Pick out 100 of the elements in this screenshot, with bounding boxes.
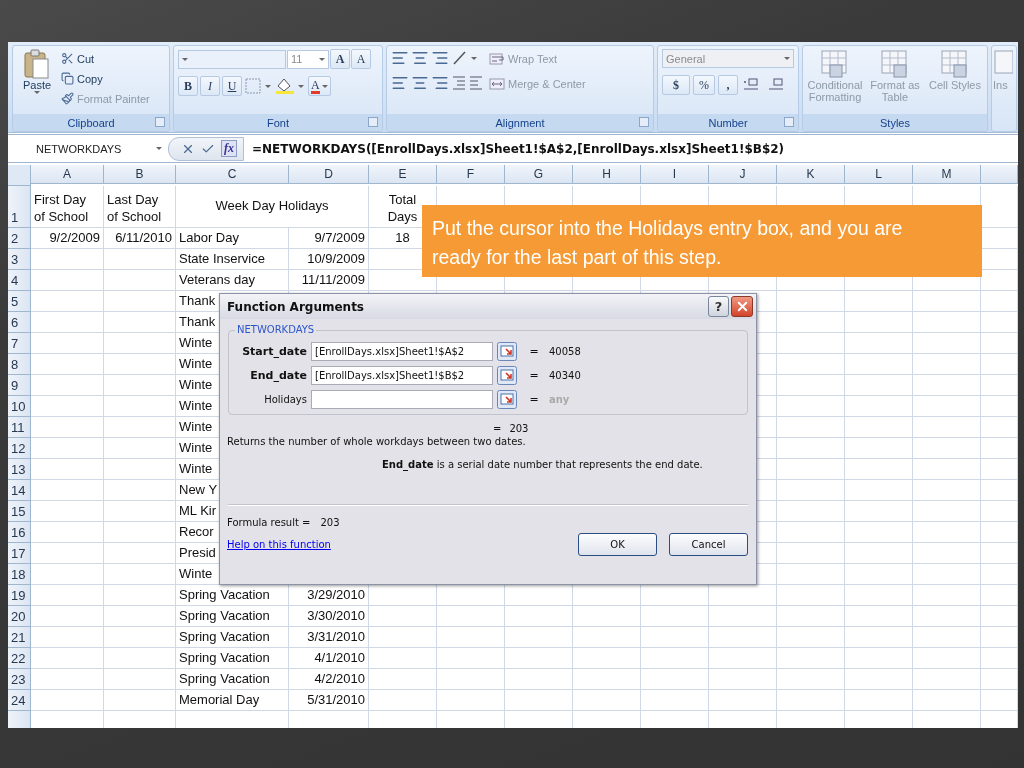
bold-button[interactable]: B [178, 76, 198, 96]
currency-button[interactable]: $ [662, 75, 690, 95]
row-header[interactable]: 20 [8, 606, 31, 627]
range-select-button[interactable] [497, 390, 517, 409]
grid-cell [777, 333, 845, 354]
row-header[interactable]: 11 [8, 417, 31, 438]
grid-cell [845, 606, 913, 627]
paste-button[interactable]: Paste [17, 49, 57, 94]
ribbon-button[interactable]: Cut [61, 49, 150, 68]
grid-cell [845, 522, 913, 543]
column-header[interactable]: M [913, 165, 981, 184]
align-right-icon[interactable] [431, 74, 449, 92]
column-header[interactable]: J [709, 165, 777, 184]
row-header[interactable]: 21 [8, 627, 31, 648]
grid-cell [104, 522, 176, 543]
row-header[interactable] [8, 711, 31, 728]
argument-field[interactable] [311, 390, 493, 409]
grid-cell [981, 417, 1018, 438]
column-header[interactable]: C [176, 165, 289, 184]
argument-field[interactable]: [EnrollDays.xlsx]Sheet1!$A$2 [311, 342, 493, 361]
table-cell: State Inservice [176, 249, 289, 270]
grow-font-button[interactable]: A [330, 49, 350, 69]
column-header[interactable]: G [505, 165, 573, 184]
font-name-field[interactable] [178, 49, 286, 69]
help-button[interactable]: ? [708, 296, 729, 317]
align-middle-icon[interactable] [411, 49, 429, 67]
insert-function-button[interactable]: fx [221, 140, 237, 157]
row-header[interactable]: 15 [8, 501, 31, 522]
row-header[interactable]: 12 [8, 438, 31, 459]
range-select-button[interactable] [497, 366, 517, 385]
row-header[interactable]: 13 [8, 459, 31, 480]
group-label: Font [174, 114, 382, 131]
grid-cell [777, 585, 845, 606]
formula-field[interactable]: =NETWORKDAYS([EnrollDays.xlsx]Sheet1!$A$2,[EnrollDays.xlsx]Sheet1!$B$2) [252, 141, 785, 156]
row-header[interactable]: 8 [8, 354, 31, 375]
column-header[interactable]: I [641, 165, 709, 184]
font-size-field[interactable]: 11 [287, 49, 329, 69]
row-header[interactable]: 10 [8, 396, 31, 417]
cancel-button[interactable]: Cancel [669, 533, 748, 556]
dialog-launcher-icon[interactable] [368, 117, 378, 127]
align-left-icon[interactable] [391, 74, 409, 92]
row-header[interactable]: 19 [8, 585, 31, 606]
grid-cell [981, 522, 1018, 543]
grid-cell [104, 333, 176, 354]
ok-button[interactable]: OK [578, 533, 657, 556]
column-header[interactable]: E [369, 165, 437, 184]
range-select-button[interactable] [497, 342, 517, 361]
row-header[interactable]: 6 [8, 312, 31, 333]
row-header[interactable]: 7 [8, 333, 31, 354]
row-header[interactable]: 1 [8, 186, 31, 228]
align-top-icon[interactable] [391, 49, 409, 67]
dialog-launcher-icon[interactable] [639, 117, 649, 127]
row-header[interactable]: 18 [8, 564, 31, 585]
align-bottom-icon[interactable] [431, 49, 449, 67]
row-header[interactable]: 2 [8, 228, 31, 249]
argument-field[interactable]: [EnrollDays.xlsx]Sheet1!$B$2 [311, 366, 493, 385]
column-header[interactable]: K [777, 165, 845, 184]
column-header[interactable]: D [289, 165, 369, 184]
column-header[interactable]: A [31, 165, 104, 184]
row-header[interactable]: 22 [8, 648, 31, 669]
row-header[interactable]: 14 [8, 480, 31, 501]
indent-icon[interactable] [451, 74, 485, 92]
callout: Put the cursor into the Holidays entry box, and you are ready for the last part of this step. [422, 205, 982, 277]
grid-cell [981, 627, 1018, 648]
percent-button[interactable]: % [693, 75, 715, 95]
grid-cell [913, 480, 981, 501]
wrap-text-icon [489, 51, 505, 66]
column-header[interactable] [981, 165, 1018, 184]
group-label: Clipboard [13, 114, 169, 131]
name-box[interactable]: NETWORKDAYS [8, 135, 168, 162]
close-button[interactable] [731, 296, 753, 317]
row-header[interactable]: 9 [8, 375, 31, 396]
argument-result: 40340 [549, 370, 582, 381]
function-name: NETWORKDAYS [235, 324, 317, 335]
grid-cell [573, 648, 641, 669]
fill-color-icon[interactable] [274, 76, 306, 96]
row-header[interactable]: 23 [8, 669, 31, 690]
grid-cell [369, 669, 437, 690]
conditional-format-icon [820, 49, 850, 79]
grid-cell [104, 480, 176, 501]
italic-button[interactable]: I [200, 76, 220, 96]
column-header[interactable]: B [104, 165, 176, 184]
column-header[interactable]: F [437, 165, 505, 184]
row-header[interactable]: 5 [8, 291, 31, 312]
ribbon-button[interactable]: Copy [61, 69, 150, 88]
column-header[interactable]: H [573, 165, 641, 184]
align-center-icon[interactable] [411, 74, 429, 92]
row-header[interactable]: 24 [8, 690, 31, 711]
shrink-font-button[interactable]: A [351, 49, 371, 69]
dialog-launcher-icon[interactable] [784, 117, 794, 127]
grid-cell [437, 606, 505, 627]
comma-button[interactable]: , [718, 75, 738, 95]
underline-button[interactable]: U [222, 76, 242, 96]
row-header[interactable]: 4 [8, 270, 31, 291]
column-header[interactable]: L [845, 165, 913, 184]
row-header[interactable]: 16 [8, 522, 31, 543]
font-color-button[interactable]: A [308, 76, 331, 96]
row-header[interactable]: 17 [8, 543, 31, 564]
dialog-launcher-icon[interactable] [155, 117, 165, 127]
row-header[interactable]: 3 [8, 249, 31, 270]
